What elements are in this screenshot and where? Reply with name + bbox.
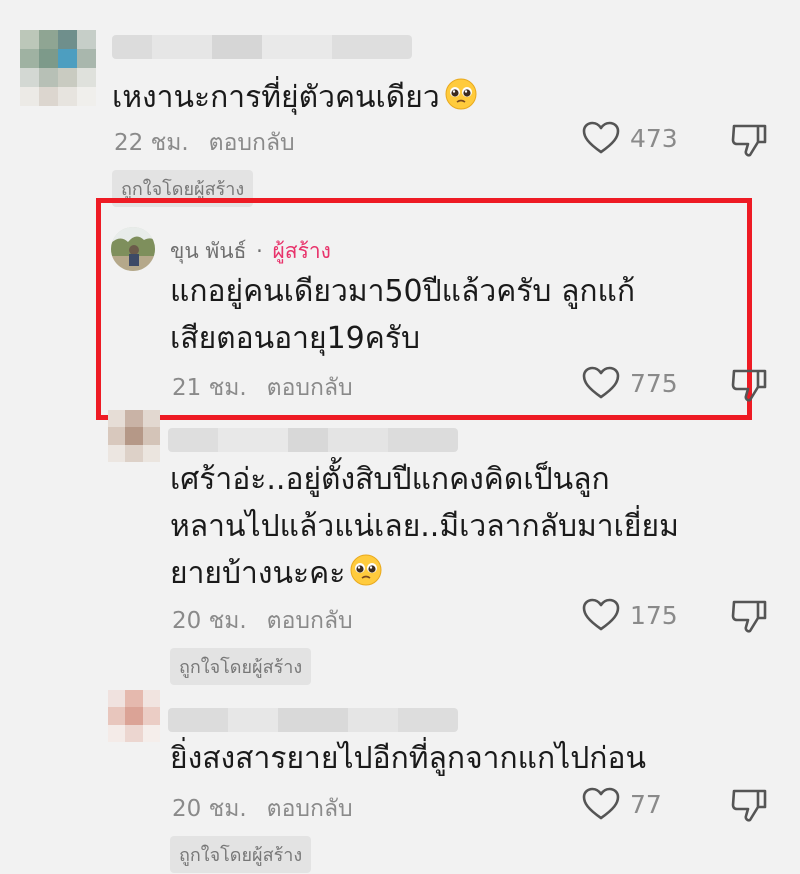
dislike-icon[interactable] bbox=[730, 122, 768, 158]
comment-text-line: แกอยู่คนเดียวมา50ปีแล้วครับ ลูกแก้ bbox=[170, 274, 636, 309]
reply-button[interactable]: ตอบกลับ bbox=[267, 375, 353, 401]
creator-name-row: ขุน พันธ์ · ผู้สร้าง bbox=[170, 235, 331, 268]
blurred-username[interactable] bbox=[168, 708, 458, 732]
avatar[interactable] bbox=[108, 690, 160, 742]
dislike-icon[interactable] bbox=[730, 598, 768, 634]
comment-time: 20 ชม. bbox=[172, 608, 247, 634]
comment-time: 20 ชม. bbox=[172, 796, 247, 822]
blurred-username[interactable] bbox=[168, 428, 458, 452]
liked-by-creator-badge: ถูกใจโดยผู้สร้าง bbox=[170, 836, 312, 873]
comment-meta: 20 ชม. ตอบกลับ bbox=[172, 603, 353, 639]
blurred-username[interactable] bbox=[112, 35, 412, 59]
pleading-face-emoji bbox=[350, 554, 382, 586]
heart-icon bbox=[582, 598, 620, 631]
reply-button[interactable]: ตอบกลับ bbox=[267, 796, 353, 822]
like-button[interactable]: 775 bbox=[582, 366, 678, 400]
creator-label: ผู้สร้าง bbox=[272, 239, 331, 263]
like-count: 77 bbox=[630, 789, 662, 819]
dislike-icon[interactable] bbox=[730, 367, 768, 403]
avatar[interactable] bbox=[108, 410, 160, 462]
comment-text-line: หลานไปแล้วแน่เลย..มีเวลากลับมาเยี่ยม bbox=[170, 509, 679, 544]
like-button[interactable]: 175 bbox=[582, 598, 678, 632]
comment-text: ยายบ้างนะคะ bbox=[170, 550, 383, 597]
like-count: 175 bbox=[630, 600, 678, 630]
like-count: 775 bbox=[630, 368, 678, 398]
heart-icon bbox=[582, 366, 620, 399]
heart-icon bbox=[582, 787, 620, 820]
dislike-icon[interactable] bbox=[730, 787, 768, 823]
like-button[interactable]: 473 bbox=[582, 121, 678, 155]
reply-button[interactable]: ตอบกลับ bbox=[267, 608, 353, 634]
comment-text-line: เสียตอนอายุ19ครับ bbox=[170, 321, 420, 356]
comment-text-line: เศร้าอ่ะ..อยู่ตั้งสิบปีแกคงคิดเป็นลูก bbox=[170, 462, 610, 497]
pleading-face-emoji bbox=[445, 78, 477, 110]
creator-avatar[interactable] bbox=[110, 226, 156, 272]
liked-by-creator-badge: ถูกใจโดยผู้สร้าง bbox=[170, 648, 312, 685]
comment-text: เหงานะการที่ยุ่ตัวคนเดียว bbox=[112, 74, 478, 121]
comment-text-line: ยิ่งสงสารยายไปอีกที่ลูกจากแกไปก่อน bbox=[170, 741, 647, 776]
comment-meta: 21 ชม. ตอบกลับ bbox=[172, 370, 353, 406]
reply-button[interactable]: ตอบกลับ bbox=[209, 130, 295, 156]
like-count: 473 bbox=[630, 123, 678, 153]
separator-dot: · bbox=[256, 239, 263, 263]
comment-time: 22 ชม. bbox=[114, 130, 189, 156]
avatar[interactable] bbox=[20, 30, 96, 106]
heart-icon bbox=[582, 121, 620, 154]
like-button[interactable]: 77 bbox=[582, 787, 662, 821]
comment-time: 21 ชม. bbox=[172, 375, 247, 401]
creator-name[interactable]: ขุน พันธ์ bbox=[170, 239, 246, 263]
comment-meta: 22 ชม. ตอบกลับ bbox=[114, 125, 295, 161]
comment-meta: 20 ชม. ตอบกลับ bbox=[172, 791, 353, 827]
